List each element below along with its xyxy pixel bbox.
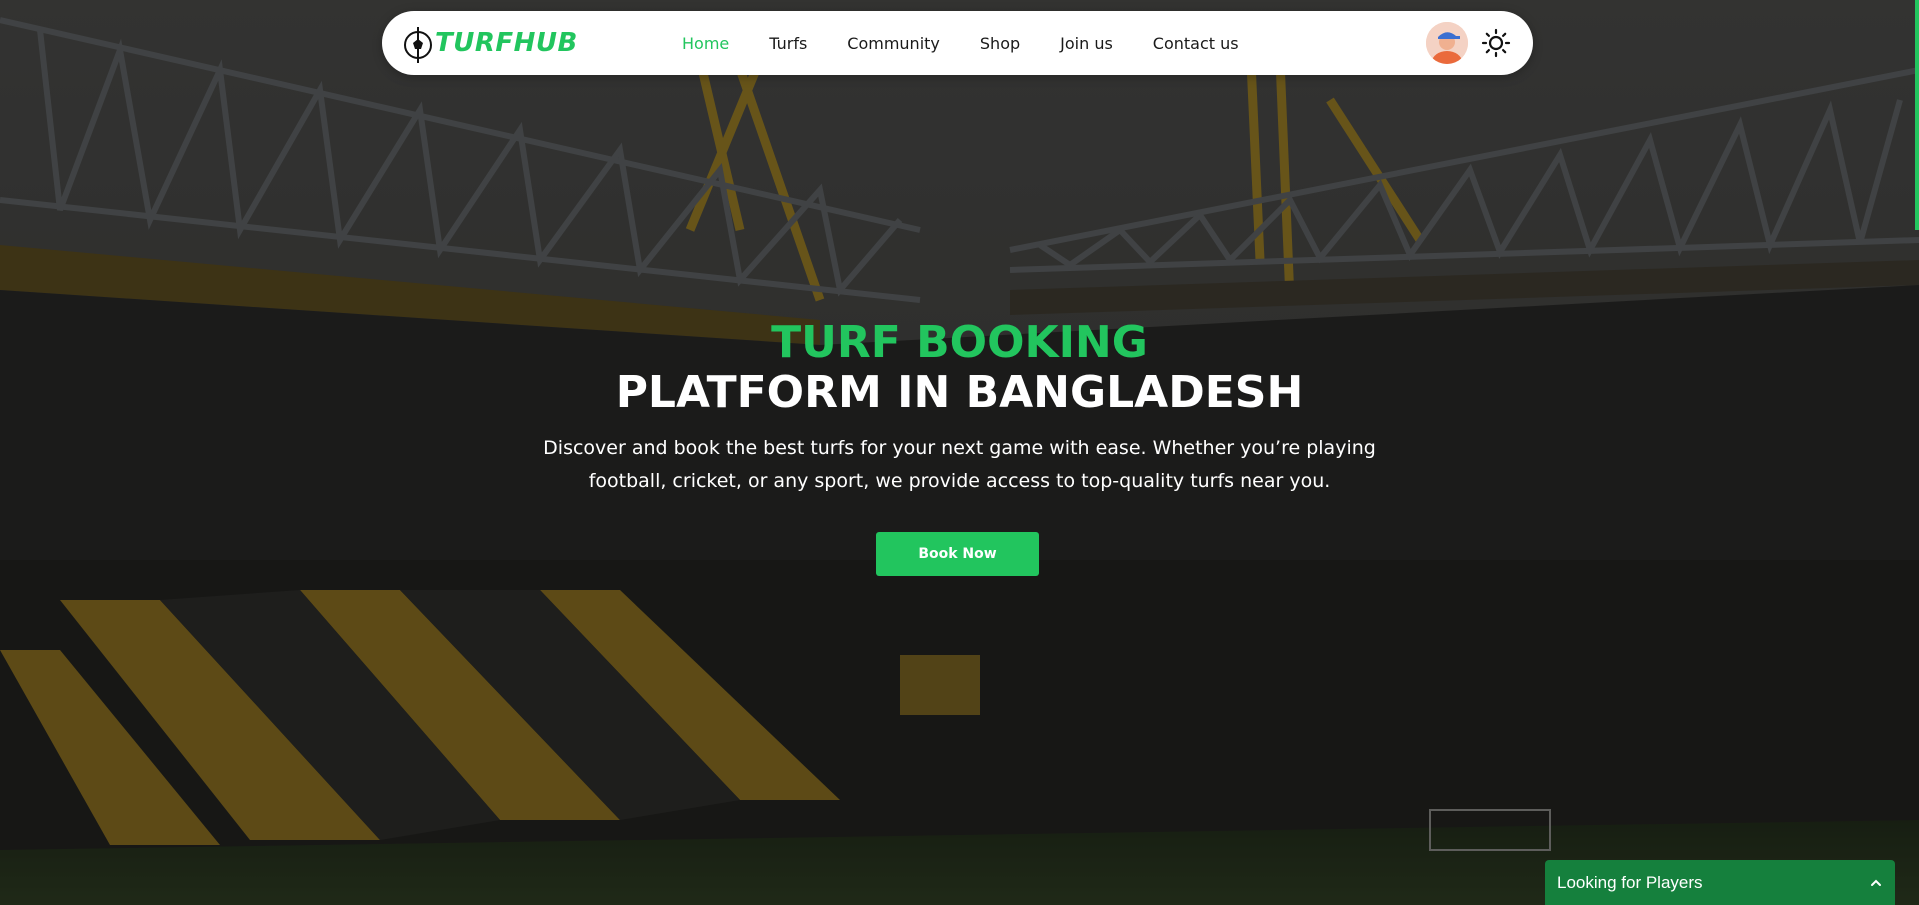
hero-title-line2: PLATFORM IN BANGLADESH xyxy=(615,367,1304,418)
hero-subtitle-line1: Discover and book the best turfs for you… xyxy=(543,437,1376,459)
looking-for-players-widget[interactable]: Looking for Players xyxy=(1545,860,1895,905)
hero-subtitle: Discover and book the best turfs for you… xyxy=(520,432,1399,498)
sun-icon[interactable] xyxy=(1481,28,1511,58)
nav-item-community[interactable]: Community xyxy=(847,34,940,53)
hero-subtitle-line2: football, cricket, or any sport, we prov… xyxy=(588,470,1331,492)
navbar: TURFHUB Home Turfs Community Shop Join u… xyxy=(382,11,1533,75)
book-now-button[interactable]: Book Now xyxy=(876,532,1039,576)
nav-item-turfs[interactable]: Turfs xyxy=(769,34,807,53)
nav-item-shop[interactable]: Shop xyxy=(980,34,1020,53)
nav-item-home[interactable]: Home xyxy=(682,34,729,53)
hero-title: TURF BOOKING PLATFORM IN BANGLADESH xyxy=(0,318,1919,418)
nav-menu: Home Turfs Community Shop Join us Contac… xyxy=(682,11,1279,75)
nav-item-join-us[interactable]: Join us xyxy=(1060,34,1113,53)
chevron-up-icon[interactable] xyxy=(1869,876,1883,890)
looking-for-players-label: Looking for Players xyxy=(1557,872,1703,892)
brand-logo[interactable]: TURFHUB xyxy=(402,19,578,67)
brand-name: TURFHUB xyxy=(435,28,578,58)
nav-item-contact-us[interactable]: Contact us xyxy=(1153,34,1239,53)
scroll-indicator[interactable] xyxy=(1915,0,1919,230)
football-logo-icon xyxy=(404,27,432,63)
user-avatar-icon[interactable] xyxy=(1426,22,1468,64)
hero-title-line1: TURF BOOKING xyxy=(771,317,1148,368)
